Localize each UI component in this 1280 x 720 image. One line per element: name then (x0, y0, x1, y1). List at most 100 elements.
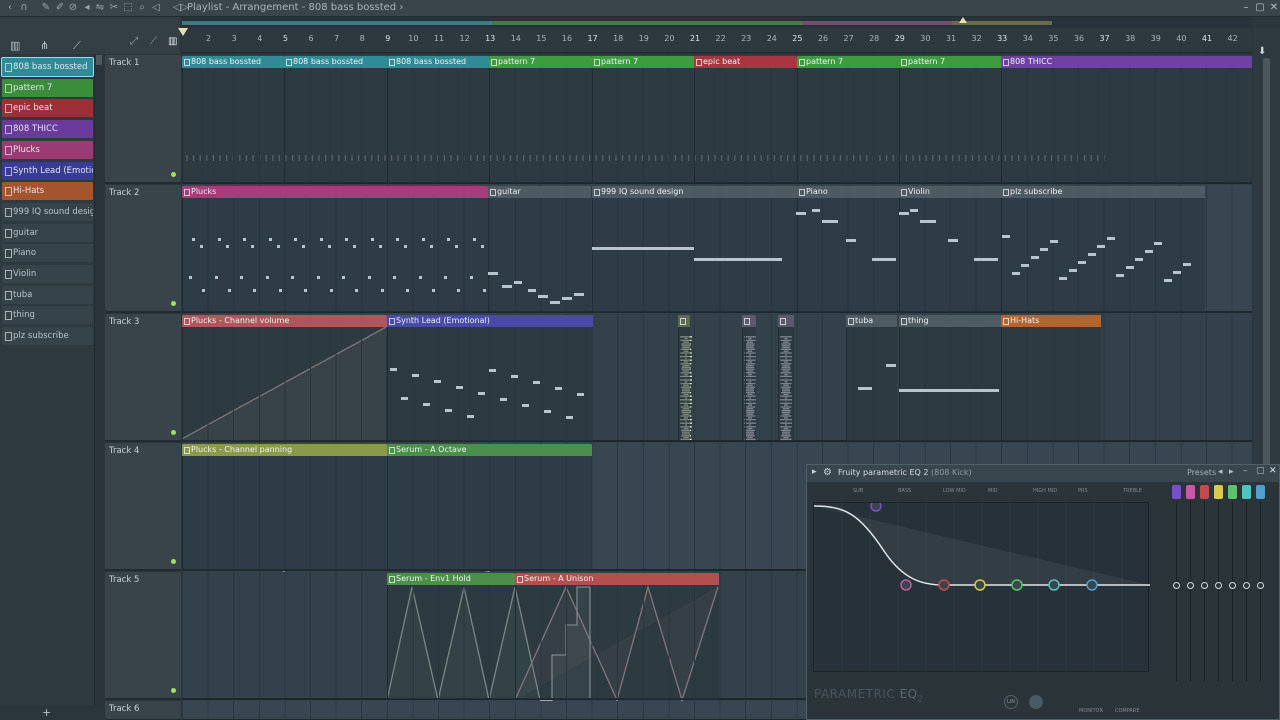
add-pattern-button[interactable]: + (42, 706, 51, 719)
eq-band-node[interactable] (1086, 579, 1098, 591)
playlist-clip[interactable]: 808 THICC (1001, 56, 1252, 183)
playlist-clip[interactable]: 808 bass bossted (284, 56, 387, 183)
eq-maximize-button[interactable]: ▢ (1256, 466, 1265, 476)
eq-band-cap[interactable] (1228, 485, 1237, 499)
piano-icon[interactable]: ▥ (10, 39, 20, 52)
eq-band-node[interactable] (974, 579, 986, 591)
eq-gain-knob[interactable] (1257, 582, 1264, 589)
eq-band-slider[interactable] (1228, 483, 1237, 693)
slip-icon[interactable]: ⇋ (94, 2, 106, 14)
mute-icon[interactable]: ◂ (81, 2, 93, 14)
eq-band-slider[interactable] (1256, 483, 1265, 693)
pattern-item[interactable]: thing (2, 306, 93, 325)
keyboard-icon[interactable]: ▥ (168, 36, 177, 47)
eq-band-slider[interactable] (1186, 483, 1195, 693)
gear-icon[interactable]: ⚙ (823, 467, 832, 478)
eq-band-cap[interactable] (1186, 485, 1195, 499)
pattern-item[interactable]: Piano (2, 244, 93, 263)
lin-button[interactable]: LIN (1004, 695, 1018, 709)
playlist-clip[interactable]: thing (899, 315, 1001, 441)
playlist-clip[interactable]: Plucks (182, 186, 488, 312)
eq-close-button[interactable]: ✕ (1269, 466, 1277, 476)
eq-gain-knob[interactable] (1229, 582, 1236, 589)
pencil-tool-icon[interactable]: ⟋ (150, 36, 157, 47)
pattern-item[interactable]: Hi-Hats (2, 182, 93, 201)
hq-button[interactable] (1029, 695, 1043, 709)
minimize-button[interactable]: – (1240, 1, 1252, 15)
track-header[interactable]: Track 3 (105, 314, 181, 442)
playlist-clip[interactable]: pattern 7 (797, 56, 900, 183)
playlist-clip[interactable]: pattern 7 (592, 56, 695, 183)
time-ruler[interactable]: 2 3 4 5 6 7 8 9 10 11 12 13 14 15 16 17 18 19 20 21 22 23 24 25… (178, 28, 1263, 53)
track-led-icon[interactable] (171, 688, 176, 693)
playlist-clip[interactable]: 808 bass bossted (387, 56, 490, 183)
pattern-item[interactable]: 808 THICC (2, 120, 93, 139)
playhead-marker-icon[interactable] (178, 28, 188, 36)
playlist-clip[interactable] (678, 315, 690, 441)
pattern-item[interactable]: Violin (2, 265, 93, 283)
automation-icon[interactable]: ⟋ (73, 39, 81, 53)
speaker-icon[interactable]: ◁ (150, 2, 162, 14)
playlist-clip[interactable]: Serum - A Octave (387, 444, 592, 570)
track-header[interactable]: Track 1 (105, 55, 181, 184)
picker-scrollbar[interactable] (95, 55, 103, 705)
delete-icon[interactable]: ⊘ (67, 2, 79, 14)
playlist-clip[interactable]: Plucks - Channel volume (182, 315, 387, 441)
eq-gain-knob[interactable] (1201, 582, 1208, 589)
next-preset-icon[interactable]: ▸ (1229, 467, 1234, 477)
arrow-icon[interactable]: ‹ (4, 2, 16, 14)
monitor-label[interactable]: MONITOR (1079, 708, 1103, 714)
pattern-item[interactable]: 999 IQ sound design (2, 202, 93, 221)
pattern-item[interactable]: guitar (2, 223, 93, 242)
eq-band-node[interactable] (870, 503, 882, 512)
eq-band-cap[interactable] (1172, 485, 1181, 499)
eq-band-node[interactable] (938, 579, 950, 591)
pattern-item[interactable]: tuba (2, 285, 93, 304)
pattern-item[interactable]: pattern 7 (2, 78, 93, 97)
playlist-clip[interactable]: Serum - A Unison (515, 573, 719, 699)
pattern-item[interactable]: 808 bass bossted (1, 57, 94, 77)
pattern-item[interactable]: Plucks (2, 140, 93, 159)
pattern-item[interactable]: epic beat (2, 99, 93, 118)
eq-band-node[interactable] (1048, 579, 1060, 591)
pencil-icon[interactable]: ✎ (40, 2, 52, 14)
eq-gain-knob[interactable] (1215, 582, 1222, 589)
playlist-clip[interactable]: tuba (846, 315, 897, 441)
track-led-icon[interactable] (171, 301, 176, 306)
magnet-icon[interactable]: ∩ (18, 2, 30, 14)
eq-band-slider[interactable] (1214, 483, 1223, 693)
close-button[interactable]: ✕ (1268, 1, 1280, 15)
playlist-overview[interactable] (182, 17, 1252, 28)
playlist-clip[interactable]: plz subscribe (1001, 186, 1205, 312)
maximize-button[interactable]: ▢ (1254, 1, 1266, 15)
playlist-clip[interactable]: Violin (899, 186, 1002, 312)
eq-band-node[interactable] (900, 579, 912, 591)
playlist-clip[interactable]: Serum - Env1 Hold (387, 573, 515, 699)
track-led-icon[interactable] (171, 559, 176, 564)
playlist-clip[interactable]: Plucks - Channel panning (182, 444, 387, 570)
eq-band-cap[interactable] (1214, 485, 1223, 499)
eq-minimize-button[interactable]: – (1243, 466, 1248, 476)
eq-gain-knob[interactable] (1187, 582, 1194, 589)
eq-band-slider[interactable] (1242, 483, 1251, 693)
eq-gain-knob[interactable] (1173, 582, 1180, 589)
eq-gain-knob[interactable] (1243, 582, 1250, 589)
select-icon[interactable]: ⬚ (122, 2, 134, 14)
track-header[interactable]: Track 6 (105, 701, 181, 720)
playlist-clip[interactable]: Piano (797, 186, 900, 312)
playlist-clip[interactable]: pattern 7 (489, 56, 592, 183)
eq-frequency-graph[interactable] (813, 502, 1150, 673)
playlist-clip[interactable]: Hi-Hats (1001, 315, 1101, 441)
track-led-icon[interactable] (171, 172, 176, 177)
track-led-icon[interactable] (171, 430, 176, 435)
playlist-clip[interactable] (742, 315, 756, 441)
playlist-clip[interactable]: pattern 7 (899, 56, 1002, 183)
eq-band-slider[interactable] (1172, 483, 1181, 693)
loop-marker-icon[interactable] (959, 17, 967, 23)
playlist-clip[interactable]: Synth Lead (Emotional) (387, 315, 593, 441)
playlist-clip[interactable] (778, 315, 794, 441)
presets-button[interactable]: Presets (1187, 468, 1216, 477)
pattern-item[interactable]: plz subscribe (2, 327, 93, 346)
eq-title-bar[interactable]: ▸ ⚙ Fruity parametric EQ 2 (808 Kick) Pr… (807, 465, 1279, 482)
zoom-icon[interactable]: ⌕ (136, 2, 148, 14)
